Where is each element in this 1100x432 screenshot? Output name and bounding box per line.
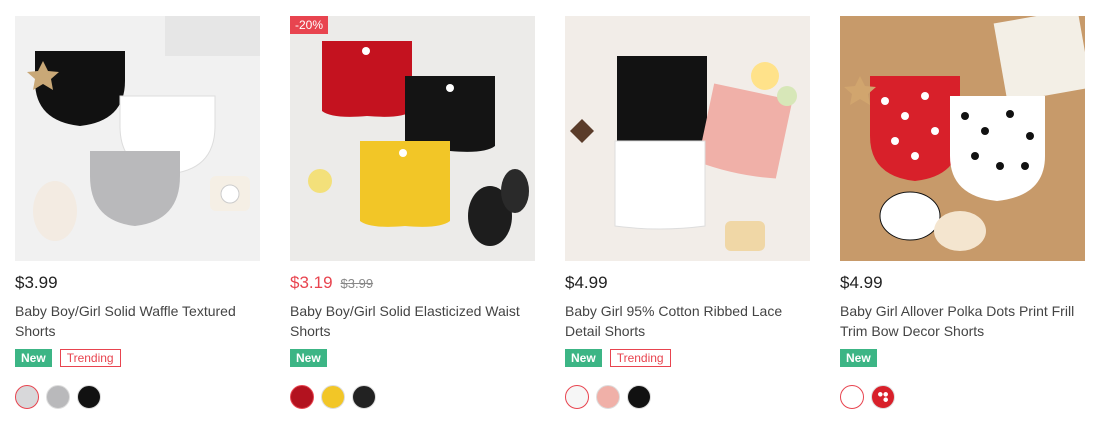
new-tag: New [840,349,877,367]
product-price: $4.99 [565,273,608,292]
original-price: $3.99 [340,276,374,291]
new-tag: New [15,349,52,367]
product-title[interactable]: Baby Boy/Girl Solid Waffle Textured Shor… [15,301,260,341]
color-swatch[interactable] [352,385,376,409]
product-image[interactable] [840,16,1085,261]
product-photo-icon [565,16,810,261]
product-image[interactable]: -20% [290,16,535,261]
color-swatch[interactable] [321,385,345,409]
product-card[interactable]: $3.99 Baby Boy/Girl Solid Waffle Texture… [15,16,260,409]
product-price: $3.19 [290,273,333,292]
new-tag: New [290,349,327,367]
product-image[interactable] [565,16,810,261]
trending-tag: Trending [59,349,121,367]
polka-dot-swatch-icon [843,388,861,406]
product-photo-icon [290,16,535,261]
color-swatches [565,385,810,409]
new-tag: New [565,349,602,367]
color-swatch[interactable] [77,385,101,409]
product-price: $3.99 [15,273,58,292]
color-swatch[interactable] [290,385,314,409]
product-image[interactable] [15,16,260,261]
product-title[interactable]: Baby Boy/Girl Solid Elasticized Waist Sh… [290,301,535,341]
color-swatch[interactable] [596,385,620,409]
color-swatch[interactable] [15,385,39,409]
polka-dot-swatch-icon [874,388,892,406]
color-swatch[interactable] [627,385,651,409]
color-swatch[interactable] [871,385,895,409]
product-card[interactable]: $4.99 Baby Girl Allover Polka Dots Print… [840,16,1085,409]
product-photo-icon [15,16,260,261]
product-card[interactable]: -20% $3.19 $3.99 Baby Boy/Girl Solid Ela… [290,16,535,409]
color-swatches [290,385,535,409]
trending-tag: Trending [609,349,671,367]
product-card[interactable]: $4.99 Baby Girl 95% Cotton Ribbed Lace D… [565,16,810,409]
color-swatches [840,385,1085,409]
product-photo-icon [840,16,1085,261]
color-swatch[interactable] [46,385,70,409]
color-swatch[interactable] [565,385,589,409]
color-swatches [15,385,260,409]
product-price: $4.99 [840,273,883,292]
product-title[interactable]: Baby Girl Allover Polka Dots Print Frill… [840,301,1085,341]
color-swatch[interactable] [840,385,864,409]
discount-badge: -20% [290,16,329,34]
product-title[interactable]: Baby Girl 95% Cotton Ribbed Lace Detail … [565,301,810,341]
product-grid: $3.99 Baby Boy/Girl Solid Waffle Texture… [15,16,1085,409]
